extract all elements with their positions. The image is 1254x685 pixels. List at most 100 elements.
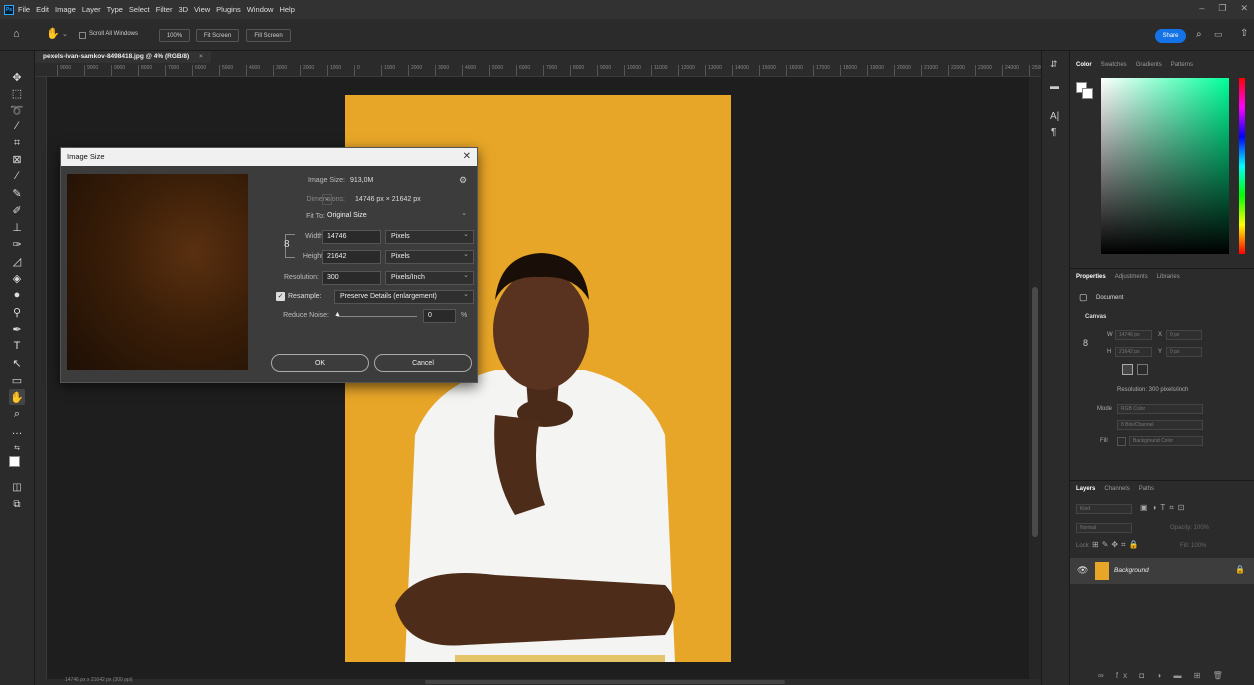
menu-select[interactable]: Select xyxy=(129,5,150,14)
link-icon[interactable]: 8 xyxy=(284,239,290,250)
background-color-swatch[interactable] xyxy=(1082,88,1093,99)
resample-checkbox[interactable]: ✓ xyxy=(276,292,285,301)
object-selection-tool-icon[interactable]: ⁄ xyxy=(9,118,25,134)
dodge-tool-icon[interactable]: ⚲ xyxy=(9,304,25,320)
tab-properties[interactable]: Properties xyxy=(1076,274,1106,280)
eyedropper-tool-icon[interactable]: ⁄ xyxy=(9,168,25,184)
width-unit-select[interactable]: Pixels xyxy=(385,229,474,244)
menu-file[interactable]: File xyxy=(18,5,30,14)
resample-select[interactable]: Preserve Details (enlargement) xyxy=(334,289,474,304)
blend-mode-select[interactable]: Normal xyxy=(1076,523,1132,533)
tab-channels[interactable]: Channels xyxy=(1104,486,1129,492)
tab-gradients[interactable]: Gradients xyxy=(1136,62,1162,68)
search-icon[interactable]: ⌕ xyxy=(1196,29,1202,40)
layer-row[interactable]: 👁 Background 🔒 xyxy=(1070,558,1254,584)
dimensions-unit-dropdown[interactable]: ⌄ xyxy=(322,194,332,205)
eye-icon[interactable]: 👁 xyxy=(1077,565,1088,576)
lasso-tool-icon[interactable]: ➰ xyxy=(9,102,25,118)
clone-stamp-tool-icon[interactable]: ⊥ xyxy=(9,219,25,235)
bit-depth-select[interactable]: 8 Bits/Channel xyxy=(1117,420,1203,430)
layer-filter-icons[interactable]: ▣◑T⌗⊡ xyxy=(1140,503,1189,513)
menu-edit[interactable]: Edit xyxy=(36,5,49,14)
type-tool-icon[interactable]: T xyxy=(9,338,25,354)
ok-button[interactable]: OK xyxy=(271,354,369,372)
lock-icons[interactable]: ⊞✎✥⌗🔒 xyxy=(1092,540,1142,550)
pen-tool-icon[interactable]: ✒ xyxy=(9,321,25,337)
fit-screen-button[interactable]: Fit Screen xyxy=(196,29,239,42)
hue-slider[interactable] xyxy=(1239,78,1245,254)
canvas-width-field[interactable]: 14746 px xyxy=(1115,330,1152,340)
paragraph-panel-icon[interactable]: ¶ xyxy=(1051,127,1056,138)
resolution-input[interactable]: 300 xyxy=(322,271,381,285)
eraser-tool-icon[interactable]: ◿ xyxy=(9,253,25,269)
menu-help[interactable]: Help xyxy=(279,5,294,14)
height-input[interactable]: 21642 xyxy=(322,250,381,264)
resolution-unit-select[interactable]: Pixels/Inch xyxy=(385,270,474,285)
rectangle-tool-icon[interactable]: ▭ xyxy=(9,372,25,388)
fill-screen-button[interactable]: Fill Screen xyxy=(246,29,291,42)
character-panel-icon[interactable]: A| xyxy=(1050,111,1059,122)
comments-panel-icon[interactable]: ▬ xyxy=(1050,81,1059,91)
crop-tool-icon[interactable]: ⌗ xyxy=(9,135,25,151)
mode-select[interactable]: RGB Color xyxy=(1117,404,1203,414)
fill-select[interactable]: Background Color xyxy=(1129,436,1203,446)
gradient-tool-icon[interactable]: ◈ xyxy=(9,270,25,286)
menu-view[interactable]: View xyxy=(194,5,210,14)
vertical-scrollbar-thumb[interactable] xyxy=(1032,287,1038,537)
menu-filter[interactable]: Filter xyxy=(156,5,173,14)
history-panel-icon[interactable]: ⇵ xyxy=(1050,59,1058,70)
horizontal-scrollbar-thumb[interactable] xyxy=(425,680,785,684)
fill-color-swatch[interactable] xyxy=(1117,437,1126,446)
width-input[interactable]: 14746 xyxy=(322,230,381,244)
layer-actions-bar[interactable]: ∞ fx ◘ ◑ ▬ ⊞ 🗑 xyxy=(1098,671,1228,680)
tab-swatches[interactable]: Swatches xyxy=(1101,62,1127,68)
canvas-y-field[interactable]: 0 px xyxy=(1166,347,1202,357)
layer-name[interactable]: Background xyxy=(1114,567,1149,574)
minimize-icon[interactable]: – xyxy=(1199,3,1204,14)
hand-tool-icon[interactable]: ✋ xyxy=(9,389,25,405)
canvas-height-field[interactable]: 21642 px xyxy=(1115,347,1152,357)
document-tab[interactable]: pexels-ivan-samkov-8498418.jpg @ 4% (RGB… xyxy=(35,51,211,63)
foreground-color-swatch[interactable] xyxy=(9,456,20,467)
tab-layers[interactable]: Layers xyxy=(1076,486,1095,492)
fill-opacity-field[interactable]: Fill: 100% xyxy=(1180,543,1206,549)
frame-tool-icon[interactable]: ⊠ xyxy=(9,151,25,167)
menu-window[interactable]: Window xyxy=(247,5,274,14)
landscape-orientation-icon[interactable] xyxy=(1137,364,1148,375)
tab-adjustments[interactable]: Adjustments xyxy=(1115,274,1148,280)
vertical-scrollbar[interactable] xyxy=(1029,77,1041,679)
menu-image[interactable]: Image xyxy=(55,5,76,14)
layer-filter-kind[interactable]: Kind xyxy=(1076,504,1132,514)
scroll-all-windows-checkbox[interactable] xyxy=(79,32,86,39)
canvas-section-title[interactable]: Canvas xyxy=(1085,314,1106,320)
swap-colors-icon[interactable]: ⇆ xyxy=(9,440,25,456)
portrait-orientation-icon[interactable] xyxy=(1122,364,1133,375)
menu-plugins[interactable]: Plugins xyxy=(216,5,241,14)
canvas-x-field[interactable]: 0 px xyxy=(1166,330,1202,340)
image-preview[interactable] xyxy=(67,174,248,370)
hand-tool-preset-icon[interactable]: ✋ xyxy=(46,27,60,40)
zoom-tool-icon[interactable]: ⌕ xyxy=(9,406,25,422)
zoom-100-button[interactable]: 100% xyxy=(159,29,190,42)
screen-mode-icon[interactable]: ⧉ xyxy=(9,496,25,512)
tab-libraries[interactable]: Libraries xyxy=(1157,274,1180,280)
path-selection-tool-icon[interactable]: ↖ xyxy=(9,355,25,371)
menu-layer[interactable]: Layer xyxy=(82,5,101,14)
restore-icon[interactable]: ❐ xyxy=(1218,3,1226,14)
gear-icon[interactable]: ⚙ xyxy=(459,175,467,186)
tab-paths[interactable]: Paths xyxy=(1139,486,1154,492)
home-icon[interactable]: ⌂ xyxy=(13,28,20,40)
tab-patterns[interactable]: Patterns xyxy=(1171,62,1193,68)
opacity-field[interactable]: Opacity: 100% xyxy=(1170,525,1209,531)
share-button[interactable]: Share xyxy=(1155,29,1186,43)
link-icon[interactable]: 8 xyxy=(1083,338,1088,348)
share-export-icon[interactable]: ⇧ xyxy=(1240,28,1248,39)
menu-type[interactable]: Type xyxy=(107,5,123,14)
move-tool-icon[interactable]: ✥ xyxy=(9,69,25,85)
menu-3d[interactable]: 3D xyxy=(178,5,188,14)
chevron-down-icon[interactable]: ⌄ xyxy=(62,30,68,38)
quick-mask-icon[interactable]: ◫ xyxy=(9,479,25,495)
color-picker-field[interactable] xyxy=(1101,78,1229,254)
height-unit-select[interactable]: Pixels xyxy=(385,249,474,264)
fit-to-select[interactable]: Original Size xyxy=(322,208,471,224)
